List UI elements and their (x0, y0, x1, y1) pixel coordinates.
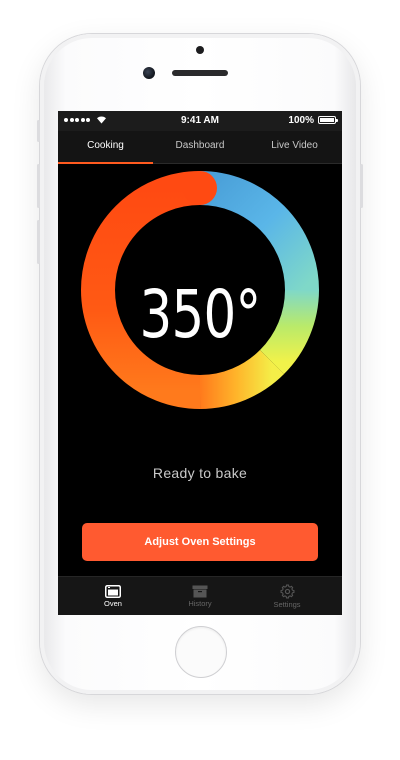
oven-icon (105, 585, 121, 598)
volume-down-button (37, 220, 40, 264)
dial-handle[interactable] (183, 171, 217, 205)
top-tabs: Cooking Dashboard Live Video (58, 131, 342, 164)
mute-switch (37, 120, 40, 142)
tabbar-item-oven[interactable]: Oven (66, 577, 160, 615)
earpiece-speaker (172, 70, 228, 76)
app-screen: 9:41 AM 100% Cooking Dashboard Live Vide… (58, 111, 342, 615)
gear-icon (280, 584, 294, 599)
tabbar-label-oven: Oven (104, 599, 122, 608)
tab-cooking[interactable]: Cooking (58, 131, 153, 164)
tabbar-item-history[interactable]: History (153, 577, 247, 615)
status-bar: 9:41 AM 100% (58, 111, 342, 131)
adjust-oven-settings-button[interactable]: Adjust Oven Settings (82, 523, 318, 561)
bottom-tab-bar: Oven History Settings (58, 576, 342, 615)
proximity-sensor (196, 46, 204, 54)
history-box-icon (192, 585, 208, 598)
tabbar-label-history: History (188, 599, 212, 608)
battery-icon (318, 116, 338, 124)
oven-status: Ready to bake (152, 465, 248, 481)
tabbar-label-settings: Settings (273, 600, 301, 609)
battery-percentage: 100% (288, 115, 314, 126)
volume-up-button (37, 164, 40, 208)
home-button[interactable] (175, 626, 227, 678)
tab-live-video[interactable]: Live Video (247, 131, 342, 163)
temperature-readout: 350° (139, 276, 262, 353)
front-camera (143, 67, 155, 79)
tab-dashboard[interactable]: Dashboard (153, 131, 247, 163)
power-button (360, 164, 363, 208)
tabbar-item-settings[interactable]: Settings (240, 577, 334, 615)
